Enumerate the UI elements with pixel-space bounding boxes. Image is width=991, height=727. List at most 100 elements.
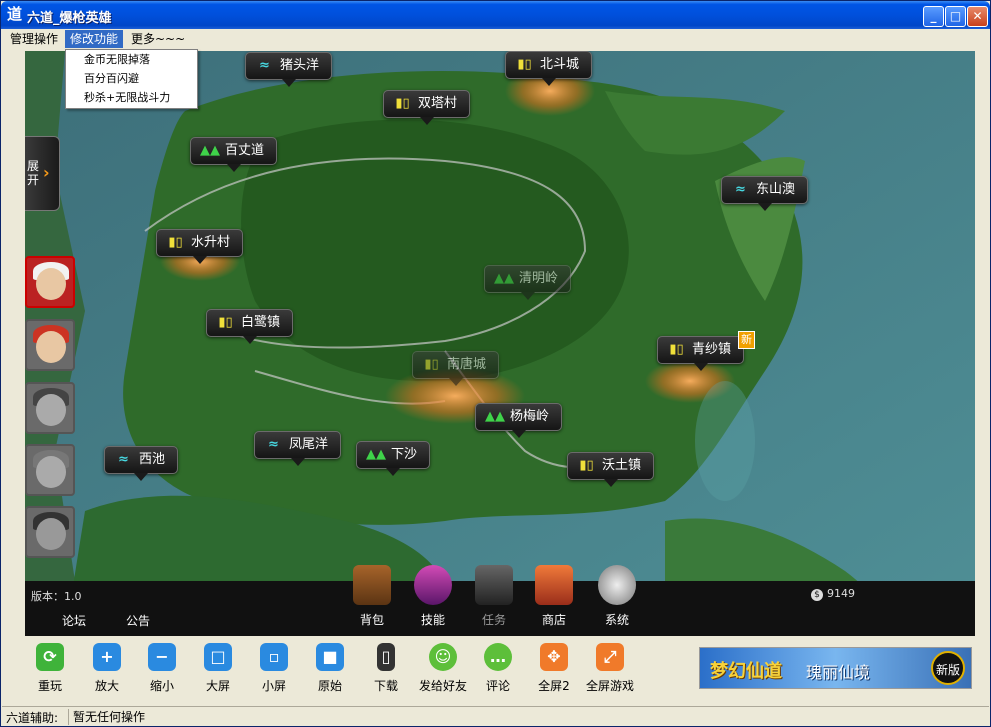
download-button[interactable]: ▯ 下载	[361, 643, 411, 694]
small-screen-button[interactable]: ▫ 小屏	[249, 643, 299, 694]
banner-subtitle: 瑰丽仙境	[806, 663, 871, 682]
quest-button[interactable]: 任务	[469, 611, 519, 628]
modify-dropdown: 金币无限掉落 百分百闪避 秒杀+无限战斗力	[65, 49, 198, 109]
character-avatar-3[interactable]	[25, 382, 75, 434]
bottom-toolbar: ⟳ 重玩 + 放大 − 缩小 □ 大屏 ▫ 小屏 ■ 原始 ▯ 下载 ☺ 发给好友 … 评论 ✥ 全…	[25, 639, 975, 699]
app-icon: 道	[6, 5, 22, 23]
system-button[interactable]: 系统	[592, 611, 642, 628]
map-marker-shuangtacun[interactable]: ▮▯ 双塔村	[383, 90, 471, 125]
map-marker-wotuzhen[interactable]: ▮▯ 沃土镇	[567, 452, 655, 487]
minimize-button[interactable]: _	[923, 6, 944, 27]
house-icon: ▮▯	[669, 342, 684, 357]
menu-more[interactable]: 更多~~~	[126, 30, 190, 48]
status-label: 六道辅助:	[6, 711, 59, 725]
world-map[interactable]	[25, 51, 975, 636]
replay-button[interactable]: ⟳ 重玩	[25, 643, 75, 694]
zoom-in-button[interactable]: + 放大	[82, 643, 132, 694]
comment-icon: …	[484, 643, 512, 671]
game-canvas[interactable]: ≈ 猪头洋 ▮▯ 北斗城 ▮▯ 双塔村 ▲▲ 百丈道 ≈ 东山澳 ▮▯ 水升村 ▲▲ 清明岭 …	[25, 51, 975, 636]
title-bar[interactable]: 道 六道_爆枪英雄 _ □ ✕	[1, 1, 990, 29]
shop-icon[interactable]	[535, 565, 573, 605]
map-marker-fengweiyang[interactable]: ≈ 凤尾洋	[254, 431, 342, 466]
skill-button[interactable]: 技能	[408, 611, 458, 628]
wave-icon: ≈	[259, 58, 270, 73]
map-marker-bailuzhen[interactable]: ▮▯ 白鹭镇	[206, 309, 294, 344]
map-marker-qingshazhen[interactable]: ▮▯ 青纱镇新	[657, 331, 756, 371]
ad-banner[interactable]: 梦幻仙道 瑰丽仙境 新版	[699, 647, 972, 689]
share-friend-button[interactable]: ☺ 发给好友	[418, 643, 468, 694]
map-marker-xichi[interactable]: ≈ 西池	[104, 446, 179, 481]
zoom-out-button[interactable]: − 缩小	[137, 643, 187, 694]
big-screen-button[interactable]: □ 大屏	[193, 643, 243, 694]
house-icon: ▮▯	[218, 315, 233, 330]
dropdown-item-gold[interactable]: 金币无限掉落	[66, 51, 197, 69]
map-marker-zhutouyang[interactable]: ≈ 猪头洋	[245, 52, 333, 87]
version-label: 版本：1.0	[31, 590, 82, 603]
zoom-out-icon: −	[148, 643, 176, 671]
original-button[interactable]: ■ 原始	[305, 643, 355, 694]
wave-icon: ≈	[118, 452, 129, 467]
chevron-right-icon: ›	[43, 163, 50, 182]
close-icon: ✕	[972, 9, 983, 23]
map-marker-beidoucheng[interactable]: ▮▯ 北斗城	[505, 51, 593, 86]
map-marker-qingmingling[interactable]: ▲▲ 清明岭	[484, 265, 572, 300]
tree-icon: ▲▲	[200, 143, 220, 158]
tree-icon: ▲▲	[366, 447, 386, 462]
coin-counter: $9149	[811, 587, 855, 601]
menu-bar: 管理操作 修改功能 更多~~~	[2, 29, 989, 49]
fullscreen-button[interactable]: ⤢ 全屏游戏	[585, 643, 635, 694]
share-icon: ☺	[429, 643, 457, 671]
map-marker-dongshanao[interactable]: ≈ 东山澳	[721, 176, 809, 211]
phone-icon: ▯	[377, 643, 395, 671]
game-hud: 版本：1.0 $9149 论坛 公告 背包 技能 任务 商店 系统	[25, 565, 975, 636]
character-avatar-5[interactable]	[25, 506, 75, 558]
fullscreen2-button[interactable]: ✥ 全屏2	[529, 643, 579, 694]
small-screen-icon: ▫	[260, 643, 288, 671]
map-marker-xiasha[interactable]: ▲▲ 下沙	[356, 441, 431, 476]
maximize-icon: □	[949, 9, 962, 23]
fullscreen2-icon: ✥	[540, 643, 568, 671]
quest-icon[interactable]	[475, 565, 513, 605]
map-marker-baizhangdao[interactable]: ▲▲ 百丈道	[190, 137, 278, 172]
comment-button[interactable]: … 评论	[473, 643, 523, 694]
wave-icon: ≈	[735, 182, 746, 197]
app-window: 道 六道_爆枪英雄 _ □ ✕ 管理操作 修改功能 更多~~~ 金币无限掉落 百…	[0, 0, 991, 727]
character-avatar-2[interactable]	[25, 319, 75, 371]
menu-modify[interactable]: 修改功能	[65, 30, 124, 48]
shop-button[interactable]: 商店	[529, 611, 579, 628]
dropdown-item-dodge[interactable]: 百分百闪避	[66, 70, 197, 88]
notice-link[interactable]: 公告	[126, 612, 150, 629]
close-button[interactable]: ✕	[967, 6, 988, 27]
expand-tab[interactable]: 展开 ›	[25, 136, 60, 211]
minimize-icon: _	[930, 9, 937, 23]
skill-icon[interactable]	[414, 565, 452, 605]
dropdown-item-kill[interactable]: 秒杀+无限战斗力	[66, 89, 197, 107]
forum-link[interactable]: 论坛	[62, 612, 86, 629]
expand-label: 展开	[27, 159, 40, 187]
zoom-in-icon: +	[93, 643, 121, 671]
new-badge: 新	[738, 331, 756, 349]
refresh-icon: ⟳	[36, 643, 64, 671]
map-marker-shuishengcun[interactable]: ▮▯ 水升村	[156, 229, 244, 264]
tree-icon: ▲▲	[485, 409, 505, 424]
original-icon: ■	[316, 643, 344, 671]
character-avatar-1[interactable]	[25, 256, 75, 308]
big-screen-icon: □	[204, 643, 232, 671]
backpack-button[interactable]: 背包	[347, 611, 397, 628]
backpack-icon[interactable]	[353, 565, 391, 605]
map-marker-yangmeiling[interactable]: ▲▲ 杨梅岭	[475, 403, 563, 438]
status-bar: 六道辅助: 暂无任何操作	[2, 706, 989, 726]
fullscreen-icon: ⤢	[596, 643, 624, 671]
map-marker-nantangcheng[interactable]: ▮▯ 南唐城	[412, 351, 500, 386]
house-icon: ▮▯	[517, 57, 532, 72]
maximize-button[interactable]: □	[945, 6, 966, 27]
window-title: 六道_爆枪英雄	[27, 11, 112, 26]
house-icon: ▮▯	[424, 357, 439, 372]
menu-manage[interactable]: 管理操作	[5, 30, 63, 48]
banner-badge: 新版	[931, 651, 965, 685]
house-icon: ▮▯	[168, 235, 183, 250]
settings-gear-icon[interactable]	[598, 565, 636, 605]
character-avatar-4[interactable]	[25, 444, 75, 496]
wave-icon: ≈	[268, 437, 279, 452]
house-icon: ▮▯	[395, 96, 410, 111]
